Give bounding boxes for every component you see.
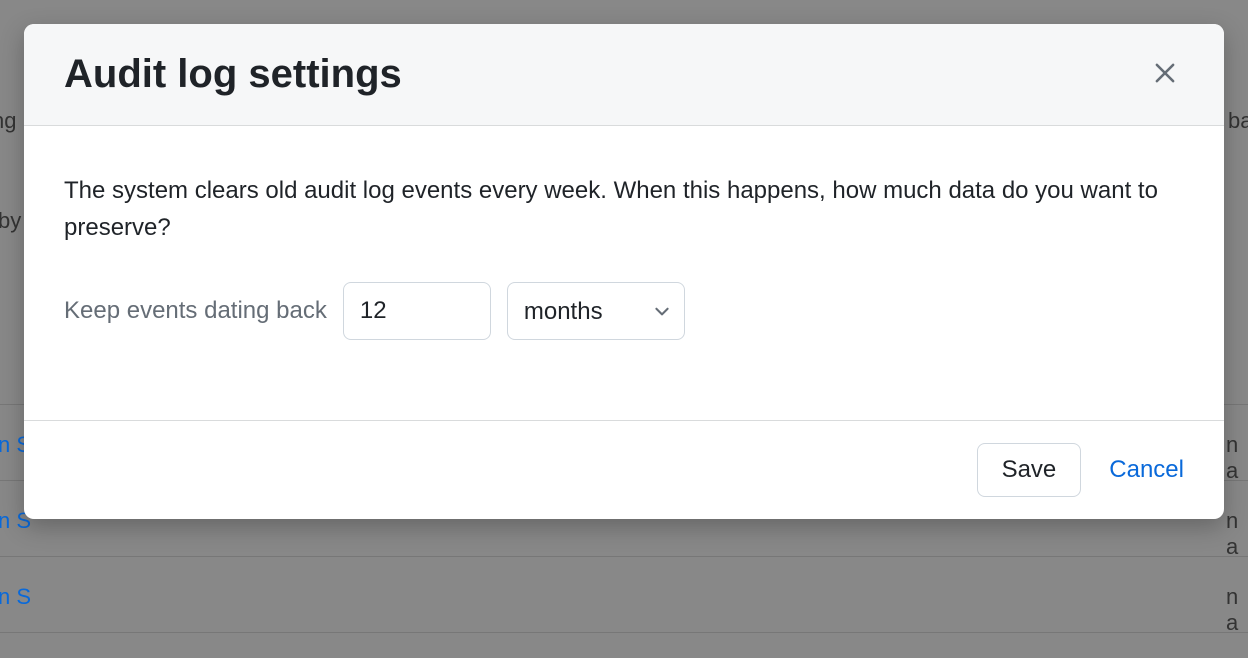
retention-unit-wrapper: months	[507, 282, 685, 340]
bg-text: ng	[0, 108, 16, 134]
modal-description: The system clears old audit log events e…	[64, 172, 1184, 246]
close-icon	[1152, 60, 1178, 89]
bg-text: n a	[1226, 508, 1248, 560]
retention-form-row: Keep events dating back months	[64, 282, 1184, 340]
bg-text: n a	[1226, 432, 1248, 484]
cancel-button[interactable]: Cancel	[1109, 456, 1184, 484]
close-button[interactable]	[1146, 54, 1184, 95]
modal-title: Audit log settings	[64, 52, 402, 97]
modal-body: The system clears old audit log events e…	[24, 126, 1224, 420]
bg-text: ba	[1228, 108, 1248, 134]
retention-label: Keep events dating back	[64, 297, 327, 325]
retention-unit-select[interactable]: months	[507, 282, 685, 340]
bg-text: by	[0, 208, 21, 234]
bg-link-fragment: n S	[0, 584, 31, 610]
bg-text: n a	[1226, 584, 1248, 636]
bg-divider	[0, 632, 1248, 633]
modal-footer: Save Cancel	[24, 420, 1224, 519]
save-button[interactable]: Save	[977, 443, 1082, 497]
audit-log-settings-modal: Audit log settings The system clears old…	[24, 24, 1224, 519]
bg-divider	[0, 556, 1248, 557]
modal-header: Audit log settings	[24, 24, 1224, 126]
retention-value-input[interactable]	[343, 282, 491, 340]
